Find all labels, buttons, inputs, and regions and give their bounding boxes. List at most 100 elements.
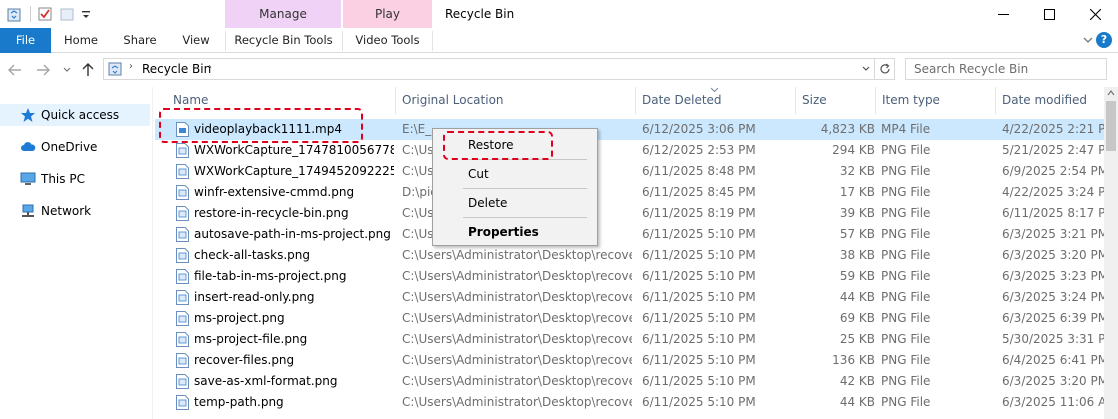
- date-modified: 4/22/2025 3:24 PM: [1002, 185, 1104, 199]
- item-type: PNG File: [881, 227, 931, 241]
- breadcrumb[interactable]: Recycle Bin: [142, 62, 211, 76]
- breadcrumb-chevron-icon[interactable]: ›: [129, 61, 133, 72]
- minimize-button[interactable]: [980, 0, 1026, 28]
- image-file-icon: [176, 143, 189, 158]
- file-name: insert-read-only.png: [194, 290, 315, 304]
- table-row[interactable]: WXWorkCapture_17494520922258... C:\Us 6/…: [155, 161, 1104, 182]
- table-row[interactable]: videoplayback1111.mp4 E:\E_ 6/12/2025 3:…: [155, 119, 1104, 140]
- table-row[interactable]: ms-project-file.png C:\Users\Administrat…: [155, 329, 1104, 350]
- table-row[interactable]: ms-project.png C:\Users\Administrator\De…: [155, 308, 1104, 329]
- recycle-bin-icon: [108, 62, 122, 76]
- scrollbar-thumb[interactable]: [1106, 101, 1116, 151]
- play-context-tab[interactable]: Play: [343, 0, 432, 28]
- expand-ribbon-chevron-icon[interactable]: [1083, 36, 1093, 44]
- date-modified: 6/3/2025 3:21 PM: [1002, 227, 1104, 241]
- date-deleted: 6/11/2025 5:10 PM: [642, 353, 756, 367]
- item-type: PNG File: [881, 206, 931, 220]
- column-header-item-type[interactable]: Item type: [876, 87, 996, 114]
- up-arrow-icon[interactable]: [82, 63, 94, 77]
- original-location: C:\Users\Administrator\Desktop\recover .…: [402, 353, 632, 367]
- file-name: temp-path.png: [194, 395, 284, 409]
- back-arrow-icon[interactable]: [8, 64, 22, 76]
- maximize-button[interactable]: [1026, 0, 1072, 28]
- maximize-icon: [1043, 8, 1055, 20]
- manage-context-tab[interactable]: Manage: [225, 0, 341, 28]
- date-deleted: 6/11/2025 8:19 PM: [642, 206, 756, 220]
- forward-arrow-icon[interactable]: [36, 64, 50, 76]
- close-button[interactable]: [1072, 0, 1118, 28]
- customize-toolbar-chevron-icon[interactable]: [81, 6, 91, 22]
- date-modified: 6/3/2025 3:24 PM: [1002, 290, 1104, 304]
- date-deleted: 6/11/2025 5:10 PM: [642, 227, 756, 241]
- file-name: autosave-path-in-ms-project.png: [194, 227, 391, 241]
- tab-video-tools[interactable]: Video Tools: [343, 28, 432, 53]
- menu-item-restore[interactable]: Restore: [435, 134, 595, 156]
- table-row[interactable]: insert-read-only.png C:\Users\Administra…: [155, 287, 1104, 308]
- table-row[interactable]: temp-path.png C:\Users\Administrator\Des…: [155, 392, 1104, 413]
- item-type: MP4 File: [881, 122, 931, 136]
- file-size: 32 KB: [839, 164, 875, 178]
- original-location: C:\Users\Administrator\Desktop\recover .…: [402, 269, 632, 283]
- menu-item-properties[interactable]: Properties: [435, 221, 595, 243]
- menu-item-delete[interactable]: Delete: [435, 192, 595, 214]
- nav-item-quick-access[interactable]: Quick access: [0, 104, 150, 126]
- breadcrumb-chevron-icon[interactable]: ›: [208, 62, 212, 73]
- date-modified: 6/3/2025 6:39 PM: [1002, 311, 1104, 325]
- date-modified: 6/9/2025 2:54 PM: [1002, 164, 1104, 178]
- menu-separator: [463, 217, 587, 218]
- nav-item-this-pc[interactable]: This PC: [0, 168, 150, 190]
- video-file-icon: [176, 122, 189, 137]
- date-deleted: 6/11/2025 5:10 PM: [642, 395, 756, 409]
- table-row[interactable]: check-all-tasks.png C:\Users\Administrat…: [155, 245, 1104, 266]
- title-bar: Manage Play Recycle Bin: [0, 0, 1118, 28]
- recycle-bin-icon[interactable]: [6, 6, 22, 22]
- file-size: 136 KB: [832, 353, 875, 367]
- table-row[interactable]: autosave-path-in-ms-project.png C:\Us 6/…: [155, 224, 1104, 245]
- image-file-icon: [176, 248, 189, 263]
- file-name: recover-files.png: [194, 353, 295, 367]
- tab-file[interactable]: File: [0, 28, 51, 53]
- search-input[interactable]: [908, 60, 1104, 78]
- column-header-date-modified[interactable]: Date modified: [996, 87, 1104, 114]
- item-type: PNG File: [881, 395, 931, 409]
- address-bar[interactable]: › Recycle Bin ›: [103, 58, 895, 80]
- recent-locations-chevron-icon[interactable]: [63, 67, 71, 73]
- nav-item-network[interactable]: Network: [0, 200, 150, 222]
- file-name: videoplayback1111.mp4: [194, 122, 342, 136]
- column-header-name[interactable]: Name: [167, 87, 402, 114]
- file-name: ms-project.png: [194, 311, 285, 325]
- tab-recycle-bin-tools[interactable]: Recycle Bin Tools: [226, 28, 341, 53]
- tab-view[interactable]: View: [174, 28, 218, 53]
- nav-item-onedrive[interactable]: OneDrive: [0, 136, 150, 158]
- column-header-size[interactable]: Size: [796, 87, 876, 114]
- properties-check-icon[interactable]: [37, 6, 53, 22]
- menu-item-cut[interactable]: Cut: [435, 163, 595, 185]
- date-modified: 6/3/2025 11:06 AM: [1002, 395, 1104, 409]
- menu-separator: [463, 159, 587, 160]
- file-size: 25 KB: [839, 332, 875, 346]
- table-row[interactable]: recover-files.png C:\Users\Administrator…: [155, 350, 1104, 371]
- vertical-scrollbar[interactable]: [1104, 87, 1118, 419]
- scroll-up-chevron-icon[interactable]: [1107, 90, 1115, 96]
- search-box[interactable]: [905, 58, 1107, 80]
- image-file-icon: [176, 206, 189, 221]
- item-type: PNG File: [881, 248, 931, 262]
- table-row[interactable]: WXWorkCapture_17478100567786... C:\Us 6/…: [155, 140, 1104, 161]
- image-file-icon: [176, 374, 189, 389]
- close-icon: [1089, 8, 1101, 20]
- new-folder-icon[interactable]: [59, 6, 75, 22]
- table-row[interactable]: restore-in-recycle-bin.png C:\Us 6/11/20…: [155, 203, 1104, 224]
- tab-home[interactable]: Home: [57, 28, 105, 53]
- column-header-original-location[interactable]: Original Location: [396, 87, 636, 114]
- item-type: PNG File: [881, 311, 931, 325]
- address-dropdown-chevron-icon[interactable]: [862, 62, 870, 76]
- table-row[interactable]: winfr-extensive-cmmd.png D:\pic 6/11/202…: [155, 182, 1104, 203]
- file-name: check-all-tasks.png: [194, 248, 310, 262]
- help-icon[interactable]: ?: [1096, 32, 1112, 48]
- tab-share[interactable]: Share: [116, 28, 164, 53]
- sort-chevron-icon: [710, 87, 719, 93]
- refresh-button[interactable]: [874, 59, 894, 79]
- star-icon: [21, 108, 35, 122]
- table-row[interactable]: file-tab-in-ms-project.png C:\Users\Admi…: [155, 266, 1104, 287]
- table-row[interactable]: save-as-xml-format.png C:\Users\Administ…: [155, 371, 1104, 392]
